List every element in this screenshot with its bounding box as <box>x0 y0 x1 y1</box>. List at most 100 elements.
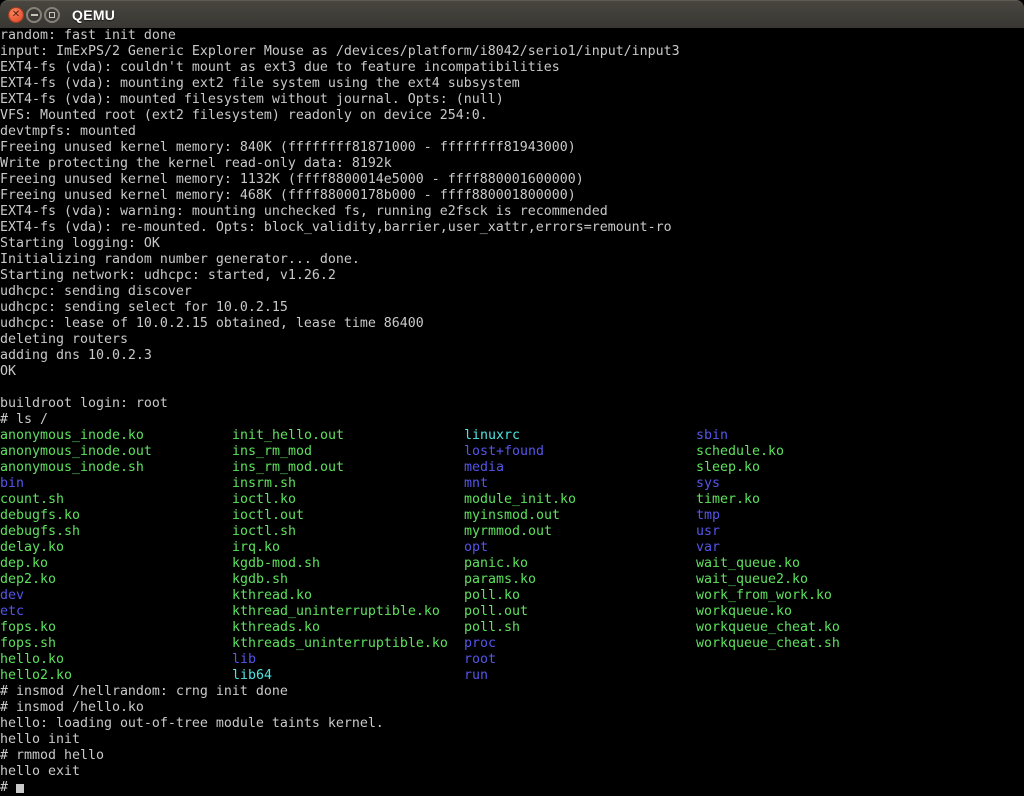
console-line: delay.koirq.kooptvar <box>0 540 1024 556</box>
ls-entry: root <box>464 652 496 668</box>
ls-entry: poll.ko <box>464 588 520 604</box>
ls-entry: panic.ko <box>464 556 528 572</box>
console-line: etc kthread_uninterruptible.ko poll.out wor… <box>0 604 1024 620</box>
console-line: anonymous_inode.koinit_hello.outlinuxrcs… <box>0 428 1024 444</box>
ls-entry: ins_rm_mod <box>232 444 312 460</box>
console-line: fops.shkthreads_uninterruptible.koprocwo… <box>0 636 1024 652</box>
minimize-button[interactable] <box>26 7 42 23</box>
console-line: EXT4-fs (vda): re-mounted. Opts: block_v… <box>0 220 1024 236</box>
ls-entry: workqueue.ko <box>696 604 792 620</box>
ls-entry: init_hello.out <box>232 428 344 444</box>
console-tail-output: # insmod /hellrandom: crng init done# in… <box>0 684 1024 780</box>
console-line: Starting network: udhcpc: started, v1.26… <box>0 268 1024 284</box>
ls-entry: workqueue_cheat.sh <box>696 636 840 652</box>
console-line: hello: loading out-of-tree module taints… <box>0 716 1024 732</box>
ls-entry: lost+found <box>464 444 544 460</box>
console-line: OK <box>0 364 1024 380</box>
ls-entry: myrmmod.out <box>464 524 552 540</box>
ls-entry: kthread_uninterruptible.ko <box>232 604 440 620</box>
ls-entry: hello2.ko <box>0 668 72 684</box>
ls-entry: proc <box>464 636 496 652</box>
ls-entry: ioctl.out <box>232 508 304 524</box>
ls-entry: dev <box>0 588 24 604</box>
ls-listing: anonymous_inode.koinit_hello.outlinuxrcs… <box>0 428 1024 684</box>
ls-entry: sbin <box>696 428 728 444</box>
console-line: EXT4-fs (vda): mounting ext2 file system… <box>0 76 1024 92</box>
console-line: hello exit <box>0 764 1024 780</box>
console-line: dep2.kokgdb.shparams.kowait_queue2.ko <box>0 572 1024 588</box>
minimize-icon <box>31 14 38 16</box>
console-line: fops.kokthreads.kopoll.shworkqueue_cheat… <box>0 620 1024 636</box>
ls-entry: insrm.sh <box>232 476 296 492</box>
console-line: Freeing unused kernel memory: 840K (ffff… <box>0 140 1024 156</box>
console-line: hello2.ko lib64 run <box>0 668 1024 684</box>
ls-entry: fops.ko <box>0 620 56 636</box>
ls-entry: debugfs.ko <box>0 508 80 524</box>
ls-entry: bin <box>0 476 24 492</box>
text-cursor <box>16 784 24 793</box>
console-line: anonymous_inode.shins_rm_mod.outmediasle… <box>0 460 1024 476</box>
console-line: EXT4-fs (vda): mounted filesystem withou… <box>0 92 1024 108</box>
ls-entry: count.sh <box>0 492 64 508</box>
console-line: VFS: Mounted root (ext2 filesystem) read… <box>0 108 1024 124</box>
ls-entry: usr <box>696 524 720 540</box>
ls-entry: poll.out <box>464 604 528 620</box>
ls-entry: lib64 <box>232 668 272 684</box>
console-line: devtmpfs: mounted <box>0 124 1024 140</box>
shell-prompt: # <box>0 780 16 795</box>
ls-entry: sleep.ko <box>696 460 760 476</box>
ls-entry: kthread.ko <box>232 588 312 604</box>
ls-entry: mnt <box>464 476 488 492</box>
ls-entry: opt <box>464 540 488 556</box>
window-title: QEMU <box>72 7 115 23</box>
terminal-screen[interactable]: random: fast init doneinput: ImExPS/2 Ge… <box>0 28 1024 796</box>
console-line: hello.ko lib root <box>0 652 1024 668</box>
ls-entry: media <box>464 460 504 476</box>
console-line: adding dns 10.0.2.3 <box>0 348 1024 364</box>
console-line: EXT4-fs (vda): warning: mounting uncheck… <box>0 204 1024 220</box>
close-button[interactable]: ✕ <box>8 7 24 23</box>
ls-entry: kgdb.sh <box>232 572 288 588</box>
console-line: deleting routers <box>0 332 1024 348</box>
console-line: udhcpc: sending select for 10.0.2.15 <box>0 300 1024 316</box>
maximize-icon <box>49 12 55 18</box>
ls-entry: schedule.ko <box>696 444 784 460</box>
ls-entry: run <box>464 668 488 684</box>
console-line <box>0 380 1024 396</box>
ls-entry: poll.sh <box>464 620 520 636</box>
ls-entry: delay.ko <box>0 540 64 556</box>
ls-entry: anonymous_inode.out <box>0 444 152 460</box>
ls-entry: linuxrc <box>464 428 520 444</box>
maximize-button[interactable] <box>44 7 60 23</box>
ls-entry: timer.ko <box>696 492 760 508</box>
console-line: debugfs.shioctl.shmyrmmod.outusr <box>0 524 1024 540</box>
qemu-window: ✕ QEMU random: fast init doneinput: ImEx… <box>0 0 1024 796</box>
ls-entry: wait_queue2.ko <box>696 572 808 588</box>
ls-entry: fops.sh <box>0 636 56 652</box>
ls-entry: hello.ko <box>0 652 64 668</box>
console-line: bininsrm.shmntsys <box>0 476 1024 492</box>
console-line: Starting logging: OK <box>0 236 1024 252</box>
console-line: debugfs.ko ioctl.out myinsmod.out tmp <box>0 508 1024 524</box>
console-line: Freeing unused kernel memory: 468K (ffff… <box>0 188 1024 204</box>
ls-entry: work_from_work.ko <box>696 588 832 604</box>
console-line: hello init <box>0 732 1024 748</box>
prompt-line: # <box>0 780 1024 796</box>
ls-entry: lib <box>232 652 256 668</box>
ls-entry: kgdb-mod.sh <box>232 556 320 572</box>
titlebar[interactable]: ✕ QEMU <box>0 0 1024 28</box>
console-line: buildroot login: root <box>0 396 1024 412</box>
ls-entry: tmp <box>696 508 720 524</box>
console-line: udhcpc: sending discover <box>0 284 1024 300</box>
console-line: # rmmod hello <box>0 748 1024 764</box>
ls-entry: anonymous_inode.sh <box>0 460 144 476</box>
ls-entry: ioctl.sh <box>232 524 296 540</box>
ls-entry: module_init.ko <box>464 492 576 508</box>
console-line: count.shioctl.komodule_init.kotimer.ko <box>0 492 1024 508</box>
ls-entry: etc <box>0 604 24 620</box>
console-line: Write protecting the kernel read-only da… <box>0 156 1024 172</box>
ls-entry: myinsmod.out <box>464 508 560 524</box>
console-line: # ls / <box>0 412 1024 428</box>
console-line: # insmod /hello.ko <box>0 700 1024 716</box>
console-line: udhcpc: lease of 10.0.2.15 obtained, lea… <box>0 316 1024 332</box>
